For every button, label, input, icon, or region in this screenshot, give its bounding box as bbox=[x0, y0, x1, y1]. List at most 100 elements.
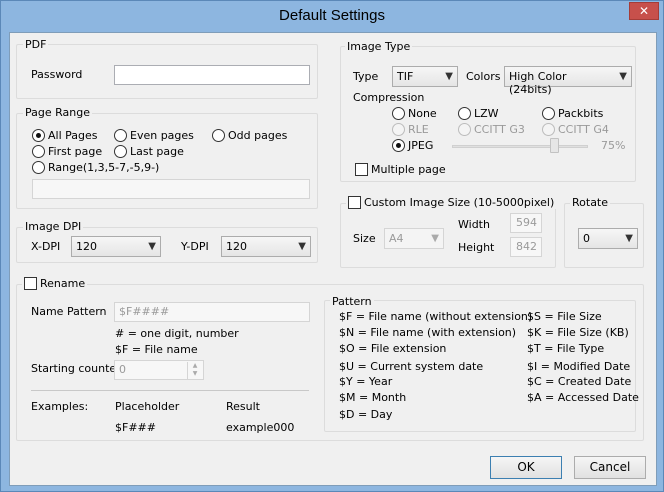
pattern-item: $F = File name (without extension) bbox=[339, 310, 533, 323]
radio-dot bbox=[212, 129, 225, 142]
ok-button[interactable]: OK bbox=[490, 456, 562, 479]
chevron-down-icon: ▼ bbox=[625, 233, 633, 244]
radio-label: JPEG bbox=[408, 139, 434, 152]
radio-label: Even pages bbox=[130, 129, 194, 142]
hint-file-name: $F = File name bbox=[115, 343, 198, 356]
quality-slider-thumb[interactable] bbox=[549, 138, 559, 153]
pattern-item: $I = Modified Date bbox=[527, 360, 631, 373]
example-result-value: example000 bbox=[226, 421, 295, 434]
example-placeholder-value: $F### bbox=[115, 421, 156, 434]
radio-label: CCITT G4 bbox=[558, 123, 609, 136]
rotate-value: 0 bbox=[583, 232, 590, 245]
starting-counter-input[interactable]: 0 ▲ ▼ bbox=[114, 360, 204, 380]
type-select[interactable]: TIF ▼ bbox=[392, 66, 458, 87]
radio-label: Packbits bbox=[558, 107, 604, 120]
radio-compression-lzw[interactable]: LZW bbox=[458, 107, 499, 120]
x-dpi-value: 120 bbox=[76, 240, 97, 253]
checkbox-box bbox=[355, 163, 368, 176]
height-input[interactable]: 842 bbox=[510, 237, 542, 257]
radio-all-pages[interactable]: All Pages bbox=[32, 129, 98, 142]
radio-label: LZW bbox=[474, 107, 499, 120]
type-value: TIF bbox=[397, 70, 414, 83]
radio-even-pages[interactable]: Even pages bbox=[114, 129, 194, 142]
rotate-group-label: Rotate bbox=[570, 196, 611, 209]
radio-compression-packbits[interactable]: Packbits bbox=[542, 107, 603, 120]
pattern-item: $U = Current system date bbox=[339, 360, 484, 373]
pattern-item: $K = File Size (KB) bbox=[527, 326, 629, 339]
radio-compression-rle[interactable]: RLE bbox=[392, 123, 429, 136]
pattern-item: $N = File name (with extension) bbox=[339, 326, 517, 339]
multiple-page-label: Multiple page bbox=[371, 163, 446, 176]
x-dpi-label: X-DPI bbox=[31, 240, 61, 253]
radio-dot bbox=[32, 145, 45, 158]
radio-dot bbox=[458, 123, 471, 136]
size-select[interactable]: A4 ▼ bbox=[384, 228, 444, 249]
rename-checkbox[interactable]: Rename bbox=[22, 277, 88, 290]
radio-label: CCITT G3 bbox=[474, 123, 525, 136]
x-dpi-select[interactable]: 120 ▼ bbox=[71, 236, 161, 257]
hint-digit: # = one digit, number bbox=[115, 327, 239, 340]
password-label: Password bbox=[31, 68, 83, 81]
multiple-page-checkbox[interactable]: Multiple page bbox=[355, 163, 446, 176]
compression-label: Compression bbox=[353, 91, 425, 104]
pdf-group-label: PDF bbox=[23, 38, 49, 51]
radio-dot bbox=[32, 161, 45, 174]
starting-counter-value: 0 bbox=[119, 363, 126, 376]
pattern-item: $A = Accessed Date bbox=[527, 391, 639, 404]
radio-range[interactable]: Range(1,3,5-7,-5,9-) bbox=[32, 161, 159, 174]
rotate-select[interactable]: 0 ▼ bbox=[578, 228, 638, 249]
password-input[interactable] bbox=[114, 65, 310, 85]
radio-odd-pages[interactable]: Odd pages bbox=[212, 129, 287, 142]
radio-dot bbox=[458, 107, 471, 120]
radio-dot bbox=[392, 139, 405, 152]
size-label: Size bbox=[353, 232, 376, 245]
radio-first-page[interactable]: First page bbox=[32, 145, 102, 158]
cancel-button[interactable]: Cancel bbox=[574, 456, 646, 479]
radio-label: Range(1,3,5-7,-5,9-) bbox=[48, 161, 160, 174]
chevron-down-icon: ▼ bbox=[148, 241, 156, 252]
radio-dot bbox=[542, 107, 555, 120]
radio-last-page[interactable]: Last page bbox=[114, 145, 184, 158]
dialog-client-area: PDF Password Page Range All Pages Even p… bbox=[9, 32, 657, 486]
custom-size-checkbox[interactable]: Custom Image Size (10-5000pixel) bbox=[346, 196, 557, 209]
pattern-item: $Y = Year bbox=[339, 375, 393, 388]
radio-compression-none[interactable]: None bbox=[392, 107, 437, 120]
radio-dot bbox=[114, 129, 127, 142]
pattern-item: $C = Created Date bbox=[527, 375, 632, 388]
y-dpi-select[interactable]: 120 ▼ bbox=[221, 236, 311, 257]
dialog-window: Default Settings ✕ PDF Password Page Ran… bbox=[0, 0, 664, 492]
pattern-item: $T = File Type bbox=[527, 342, 605, 355]
pattern-group-label: Pattern bbox=[330, 295, 374, 308]
y-dpi-label: Y-DPI bbox=[181, 240, 209, 253]
radio-compression-ccitt-g4[interactable]: CCITT G4 bbox=[542, 123, 609, 136]
colors-label: Colors bbox=[466, 70, 501, 83]
image-type-group-label: Image Type bbox=[345, 40, 413, 53]
radio-dot bbox=[114, 145, 127, 158]
chevron-down-icon: ▼ bbox=[431, 233, 439, 244]
pattern-item: $M = Month bbox=[339, 391, 407, 404]
radio-label: Last page bbox=[130, 145, 184, 158]
radio-compression-jpeg[interactable]: JPEG bbox=[392, 139, 433, 152]
pattern-item: $S = File Size bbox=[527, 310, 602, 323]
radio-compression-ccitt-g3[interactable]: CCITT G3 bbox=[458, 123, 525, 136]
window-title: Default Settings bbox=[279, 7, 385, 24]
width-input[interactable]: 594 bbox=[510, 213, 542, 233]
name-pattern-label: Name Pattern bbox=[31, 305, 107, 318]
range-input[interactable] bbox=[32, 179, 310, 199]
width-label: Width bbox=[458, 218, 490, 231]
checkbox-box bbox=[24, 277, 37, 290]
quality-slider-track[interactable] bbox=[452, 145, 588, 148]
spinner-arrows-icon[interactable]: ▲ ▼ bbox=[187, 362, 202, 380]
close-button[interactable]: ✕ bbox=[629, 2, 659, 20]
radio-dot bbox=[392, 123, 405, 136]
close-icon: ✕ bbox=[638, 4, 650, 18]
checkbox-box bbox=[348, 196, 361, 209]
radio-label: RLE bbox=[408, 123, 429, 136]
chevron-down-icon: ▼ bbox=[445, 71, 453, 82]
result-header: Result bbox=[226, 400, 260, 413]
colors-select[interactable]: High Color (24bits) ▼ bbox=[504, 66, 632, 96]
height-label: Height bbox=[458, 241, 495, 254]
radio-dot bbox=[542, 123, 555, 136]
quality-value: 75% bbox=[601, 139, 626, 152]
name-pattern-input[interactable]: $F#### bbox=[114, 302, 310, 322]
